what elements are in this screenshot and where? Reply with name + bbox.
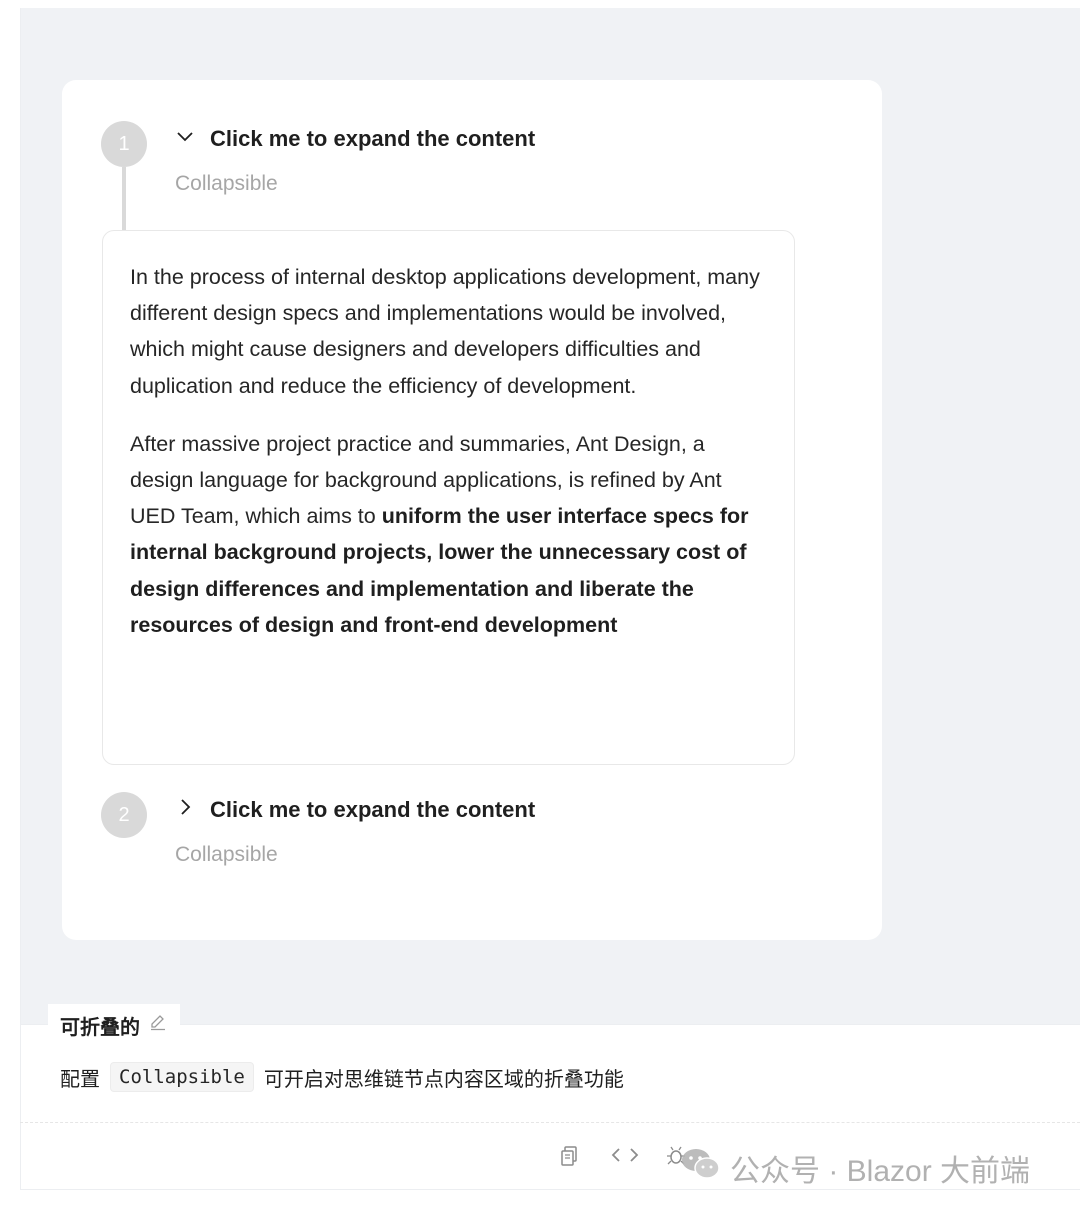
node-connector-line [122, 167, 126, 230]
chevron-right-icon [174, 796, 196, 824]
wechat-icon [680, 1146, 722, 1190]
node-2-header[interactable]: Click me to expand the content [174, 796, 535, 824]
meta-left-border [20, 1024, 21, 1190]
section-title-text: 可折叠的 [60, 1016, 140, 1039]
code-icon[interactable] [610, 1142, 639, 1168]
node-1-content: In the process of internal desktop appli… [102, 230, 795, 765]
chevron-down-icon [174, 125, 196, 153]
section-description: 配置 Collapsible 可开启对思维链节点内容区域的折叠功能 [60, 1062, 624, 1092]
node-2-number: 2 [101, 792, 147, 838]
description-suffix: 可开启对思维链节点内容区域的折叠功能 [263, 1068, 624, 1091]
code-snippet: Collapsible [110, 1062, 254, 1092]
dashed-divider [20, 1122, 1080, 1123]
meta-bottom-border [20, 1189, 1080, 1190]
node-1-number: 1 [101, 121, 147, 167]
copy-icon[interactable] [558, 1144, 584, 1170]
node-1-title: Click me to expand the content [210, 126, 536, 151]
edit-icon[interactable] [148, 1012, 168, 1038]
description-prefix: 配置 [60, 1068, 100, 1091]
watermark: 公众号 · Blazor 大前端 [680, 1146, 1030, 1190]
content-paragraph-2: After massive project practice and summa… [130, 426, 768, 643]
node-1-description: Collapsible [175, 172, 278, 195]
watermark-text: 公众号 · Blazor 大前端 [730, 1155, 1031, 1188]
section-title: 可折叠的 [48, 1004, 180, 1046]
node-1-header[interactable]: Click me to expand the content [174, 125, 535, 153]
node-2-title: Click me to expand the content [210, 797, 536, 822]
node-2-description: Collapsible [175, 843, 278, 866]
content-paragraph-1: In the process of internal desktop appli… [130, 265, 760, 398]
